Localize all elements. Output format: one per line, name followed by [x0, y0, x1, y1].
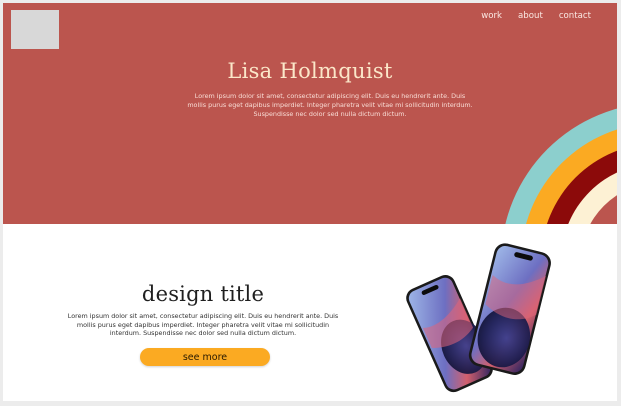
design-title: design title — [141, 282, 265, 306]
design-description: Lorem ipsum dolor sit amet, consectetur … — [67, 312, 339, 338]
smartphone-illustration — [406, 243, 551, 393]
see-more-button[interactable]: see more — [140, 348, 270, 366]
rainbow-arcs-decoration — [505, 108, 617, 224]
page-frame: work about contact Lisa Holmquist Lorem … — [3, 3, 617, 401]
phone-front — [468, 243, 551, 375]
hero-section: work about contact Lisa Holmquist Lorem … — [3, 3, 617, 224]
